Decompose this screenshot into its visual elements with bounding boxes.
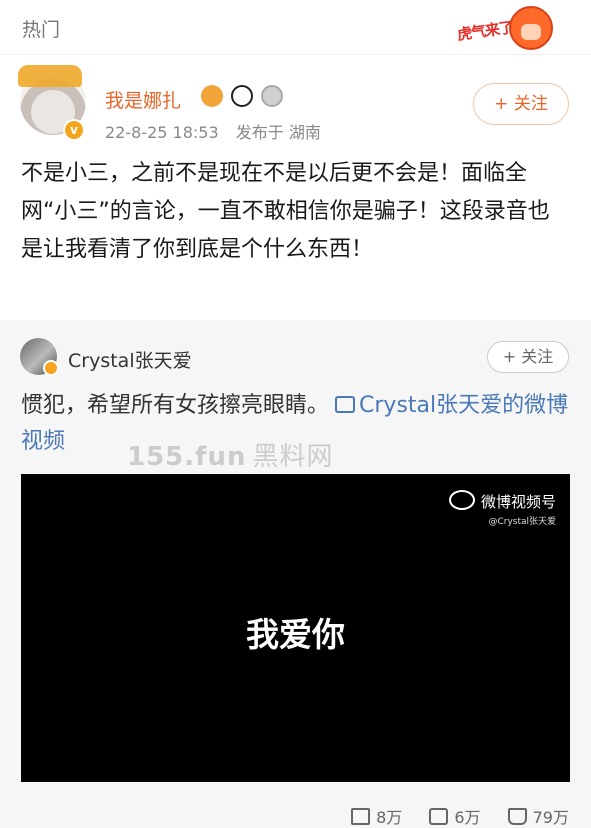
like-count: 79万 xyxy=(532,808,569,827)
repost-count: 8万 xyxy=(376,808,403,827)
video-caption: 我爱你 xyxy=(246,615,345,654)
repost-verified-icon xyxy=(43,360,59,376)
panda-badge-icon xyxy=(231,85,254,107)
like-button[interactable]: 79万 xyxy=(507,804,569,828)
page-title: 热门 xyxy=(22,19,61,41)
post-meta: 22-8-25 18:53 发布于 湖南 xyxy=(105,119,333,143)
follow-button[interactable]: + 关注 xyxy=(473,83,569,125)
repost-button[interactable]: 8万 xyxy=(351,804,402,828)
crown-badge-icon xyxy=(201,85,223,107)
weibo-post: v 我是娜扎 22-8-25 18:53 发布于 湖南 + 关注 不是小三，之前… xyxy=(0,55,591,320)
username[interactable]: 我是娜扎 xyxy=(105,86,181,113)
video-brand-sub: @Crystal张天爱 xyxy=(488,517,556,527)
action-bar: 8万 6万 79万 xyxy=(329,804,569,828)
thumbs-up-icon xyxy=(507,808,527,825)
comment-button[interactable]: 6万 xyxy=(429,804,481,828)
tiger-logo[interactable]: 虎气来了 xyxy=(456,6,553,50)
watermark-domain: 155.fun xyxy=(127,442,247,472)
medal-badge-icon xyxy=(261,85,284,107)
user-badges xyxy=(201,85,286,107)
weibo-logo-icon xyxy=(448,490,475,510)
tiger-logo-text: 虎气来了 xyxy=(456,18,515,44)
video-brand-label: 微博视频号 xyxy=(480,493,556,511)
post-location: 发布于 湖南 xyxy=(235,123,321,142)
video-player[interactable]: 微博视频号 @Crystal张天爱 我爱你 xyxy=(21,474,570,782)
comment-icon xyxy=(429,808,449,825)
repost-follow-button[interactable]: + 关注 xyxy=(487,341,569,373)
comment-count: 6万 xyxy=(454,808,481,827)
post-text: 不是小三，之前不是现在不是以后更不会是！面临全网“小三”的言论，一直不敢相信你是… xyxy=(21,161,550,262)
share-icon xyxy=(351,808,371,825)
video-brand: 微博视频号 @Crystal张天爱 xyxy=(448,490,556,527)
repost-body: 惯犯，希望所有女孩擦亮眼睛。 xyxy=(21,393,330,418)
watermark: 155.fun 黑料网 xyxy=(127,436,334,473)
repost-username[interactable]: Crystal张天爱 xyxy=(68,346,192,373)
verified-icon: v xyxy=(63,119,85,141)
avatar-crown-frame xyxy=(18,65,82,87)
top-bar: 热门 虎气来了 xyxy=(0,0,591,55)
video-camera-icon xyxy=(335,396,356,413)
reposted-content: Crystal张天爱 + 关注 惯犯，希望所有女孩擦亮眼睛。 Crystal张天爱… xyxy=(0,320,591,828)
post-date: 22-8-25 18:53 xyxy=(105,123,219,142)
watermark-text: 黑料网 xyxy=(252,442,334,472)
paw-icon xyxy=(509,6,553,50)
